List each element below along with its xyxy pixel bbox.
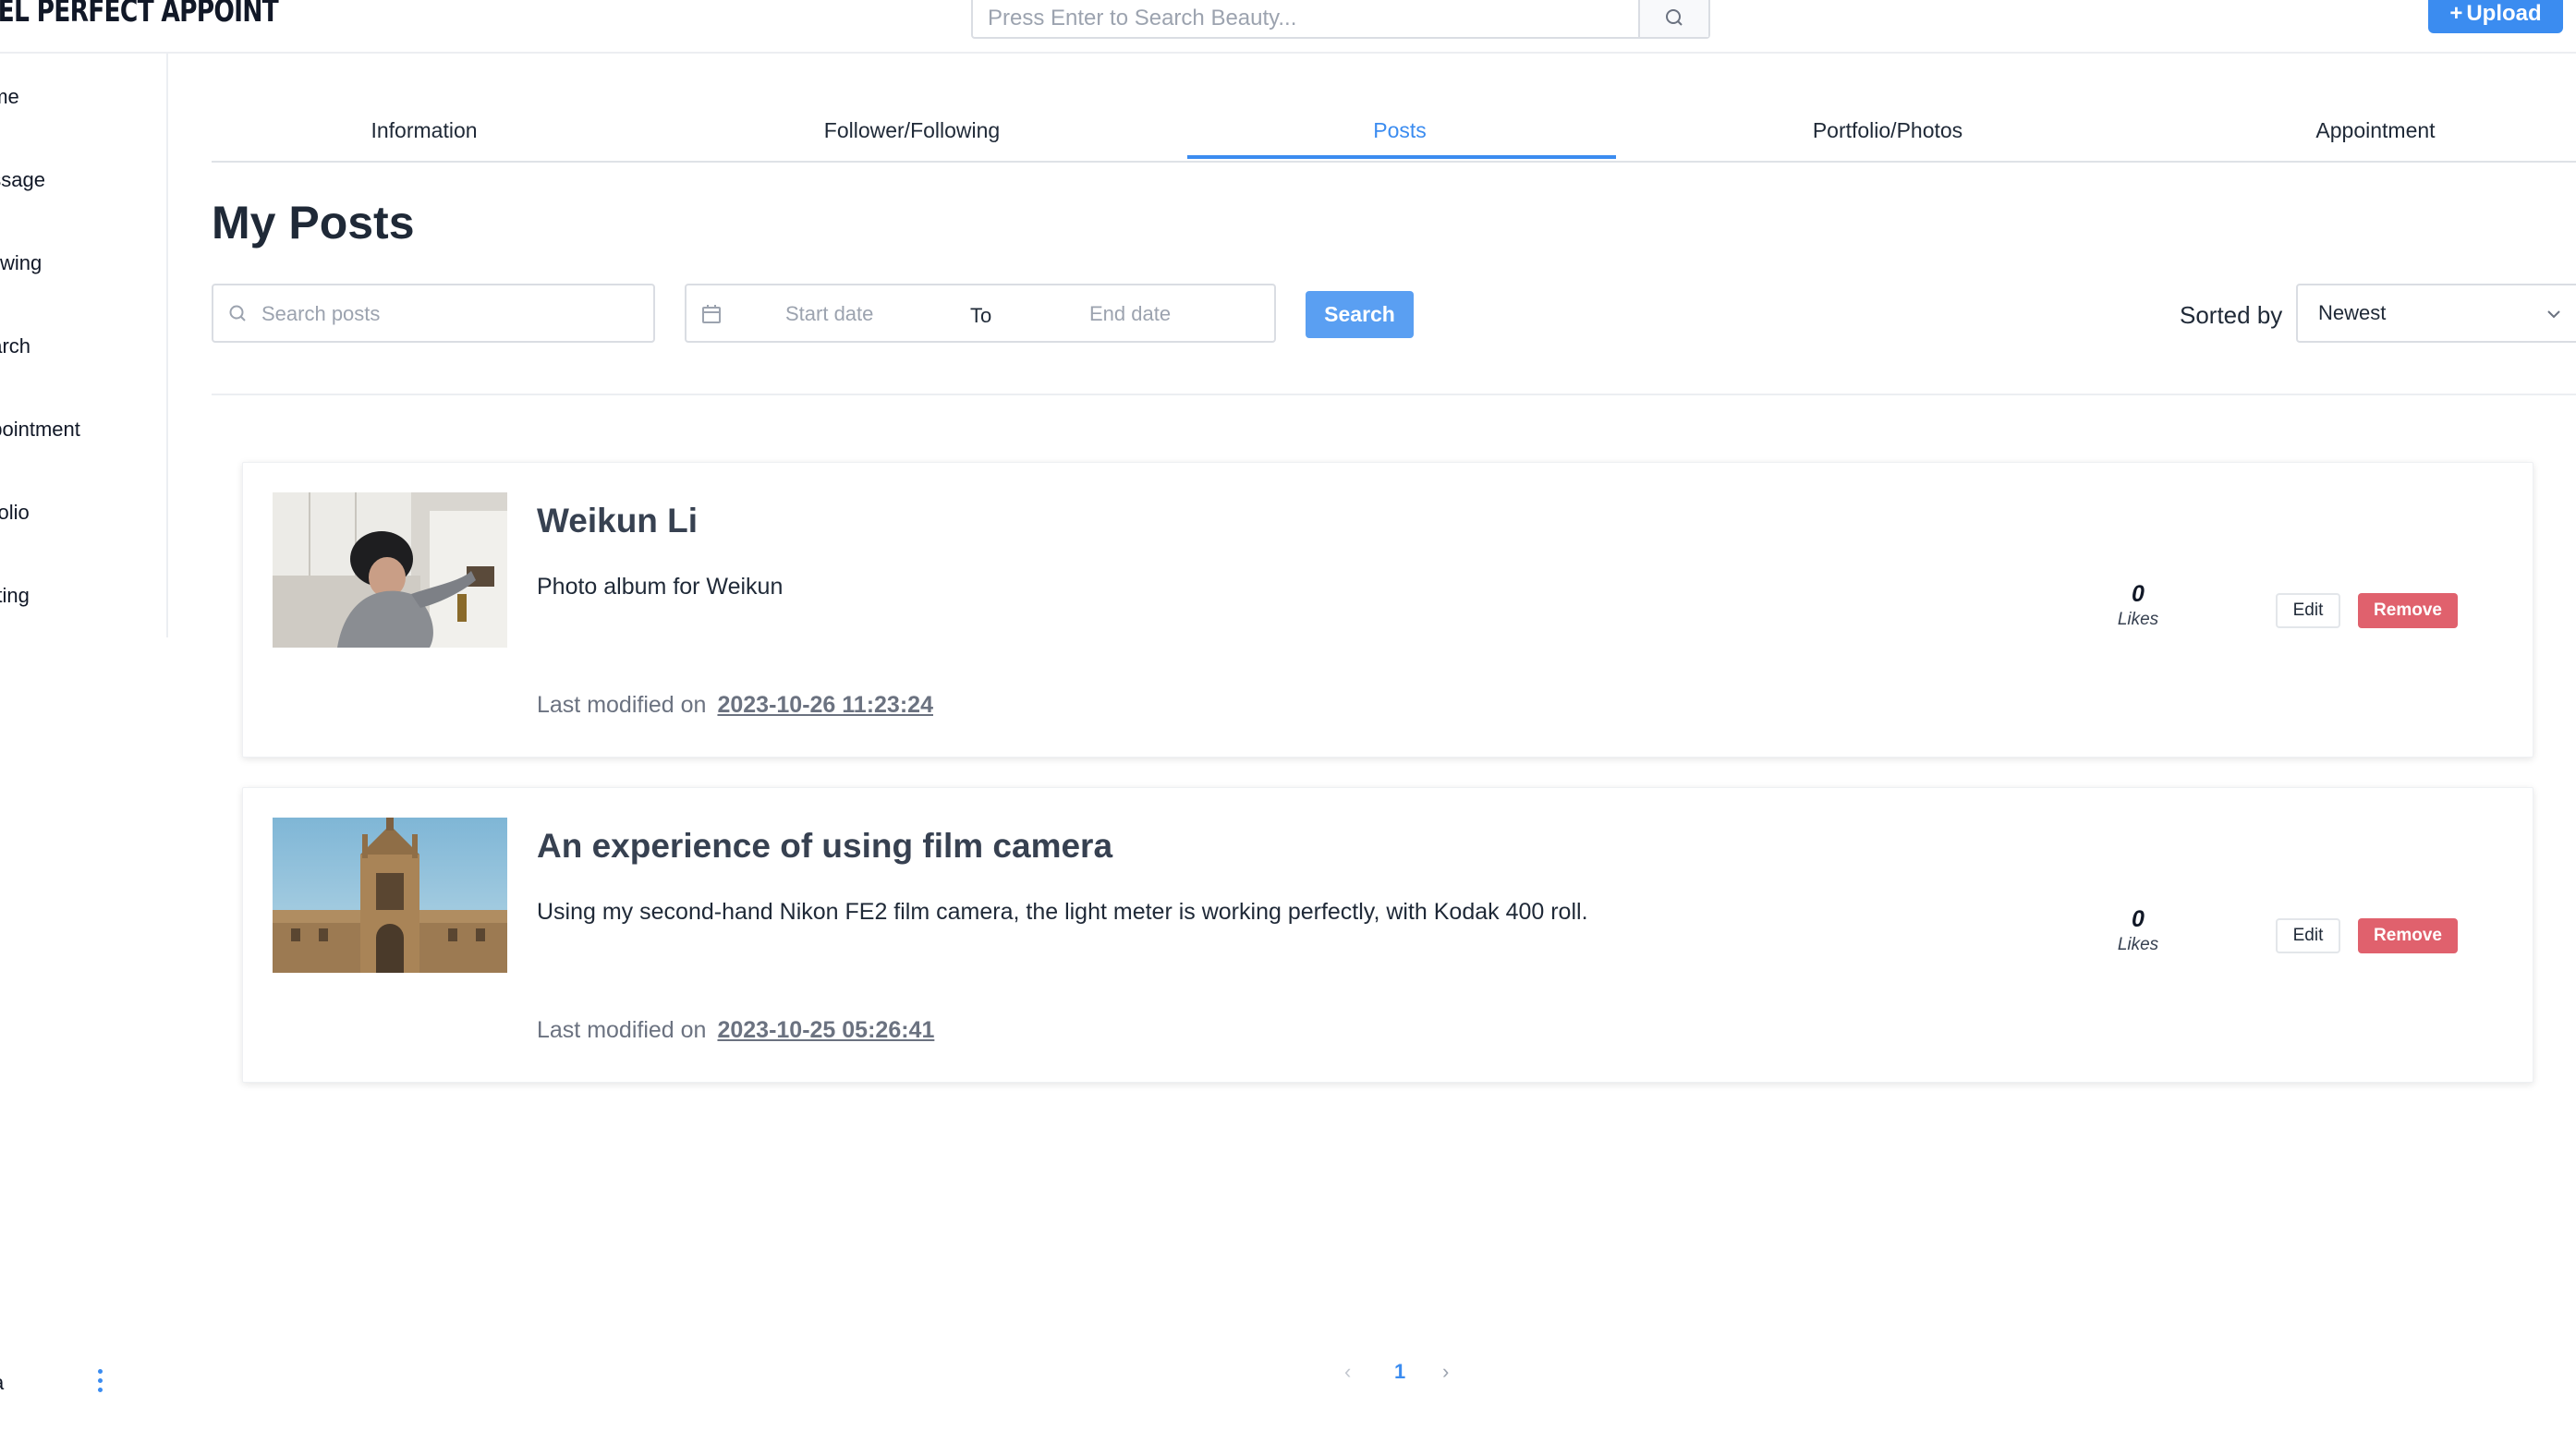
post-thumbnail[interactable] xyxy=(273,818,507,973)
post-modified-label: Last modified on xyxy=(537,1017,707,1043)
search-icon xyxy=(229,305,246,321)
post-card: Weikun Li Photo album for Weikun Last mo… xyxy=(242,462,2533,758)
upload-button-label: Upload xyxy=(2466,1,2542,26)
edit-button[interactable]: Edit xyxy=(2276,918,2340,953)
sort-select-value: Newest xyxy=(2318,301,2387,324)
start-date-field[interactable]: Start date xyxy=(785,302,873,326)
post-card: An experience of using film camera Using… xyxy=(242,787,2533,1083)
tab-information[interactable]: Information xyxy=(212,109,637,161)
active-tab-indicator xyxy=(1187,155,1616,159)
post-description: Using my second-hand Nikon FE2 film came… xyxy=(537,899,1588,925)
post-thumbnail[interactable] xyxy=(273,492,507,648)
tab-appointment[interactable]: Appointment xyxy=(2163,109,2576,161)
tab-portfolio-photos[interactable]: Portfolio/Photos xyxy=(1675,109,2100,161)
post-likes: 0 Likes xyxy=(2096,906,2180,955)
toolbar-divider xyxy=(212,394,2576,395)
likes-label: Likes xyxy=(2117,610,2159,629)
post-modified-label: Last modified on xyxy=(537,692,707,718)
global-search-button[interactable] xyxy=(1638,0,1708,37)
sort-label: Sorted by xyxy=(2180,301,2283,329)
post-likes: 0 Likes xyxy=(2096,581,2180,630)
post-modified: Last modified on 2023-10-25 05:26:41 xyxy=(537,1017,934,1044)
likes-label: Likes xyxy=(2117,935,2159,954)
calendar-icon xyxy=(702,305,721,323)
sidebar-item-home[interactable]: ome xyxy=(0,85,19,109)
sidebar-item-setting[interactable]: etting xyxy=(0,584,30,608)
page-title: My Posts xyxy=(212,197,415,249)
sidebar-item-message[interactable]: essage xyxy=(0,168,45,192)
sidebar-item-appointment[interactable]: ppointment xyxy=(0,418,80,442)
sidebar-item-search[interactable]: earch xyxy=(0,334,30,358)
post-title[interactable]: An experience of using film camera xyxy=(537,827,1112,866)
post-modified-date[interactable]: 2023-10-25 05:26:41 xyxy=(717,1017,934,1043)
tab-follower-following[interactable]: Follower/Following xyxy=(699,109,1124,161)
chevron-right-icon[interactable]: › xyxy=(1442,1360,1449,1384)
search-button[interactable]: Search xyxy=(1306,291,1414,338)
date-range-picker[interactable]: Start date To End date xyxy=(685,284,1276,343)
sort-select[interactable]: Newest xyxy=(2296,284,2576,343)
likes-count: 0 xyxy=(2132,581,2145,607)
likes-count: 0 xyxy=(2132,906,2145,932)
posts-search-input[interactable] xyxy=(260,285,633,343)
post-description: Photo album for Weikun xyxy=(537,574,784,600)
end-date-field[interactable]: End date xyxy=(1089,302,1171,326)
post-modified-date[interactable]: 2023-10-26 11:23:24 xyxy=(717,692,933,718)
global-search xyxy=(971,0,1710,39)
app-logo[interactable]: XEL PERFECT APPOINT xyxy=(0,0,279,30)
remove-button[interactable]: Remove xyxy=(2358,593,2458,628)
posts-search xyxy=(212,284,655,343)
chevron-left-icon[interactable]: ‹ xyxy=(1344,1360,1351,1384)
more-vertical-icon[interactable] xyxy=(93,1367,106,1395)
sidebar: ome essage llowing earch ppointment rtfo… xyxy=(0,54,168,637)
edit-button[interactable]: Edit xyxy=(2276,593,2340,628)
sidebar-user-name: a xyxy=(0,1371,4,1395)
sidebar-item-portfolio[interactable]: rtfolio xyxy=(0,501,30,525)
date-range-separator: To xyxy=(970,304,992,327)
chevron-down-icon xyxy=(2547,310,2560,319)
remove-button[interactable]: Remove xyxy=(2358,918,2458,953)
global-search-input[interactable] xyxy=(986,0,1636,39)
pagination-current-page[interactable]: 1 xyxy=(1394,1360,1405,1384)
search-icon xyxy=(1666,9,1683,26)
upload-button[interactable]: + Upload xyxy=(2428,0,2563,33)
post-title[interactable]: Weikun Li xyxy=(537,502,698,540)
top-header: XEL PERFECT APPOINT + Upload xyxy=(0,0,2576,54)
tab-posts[interactable]: Posts xyxy=(1187,109,1612,161)
plus-icon: + xyxy=(2449,1,2463,26)
sidebar-item-following[interactable]: llowing xyxy=(0,251,42,275)
post-modified: Last modified on 2023-10-26 11:23:24 xyxy=(537,692,933,719)
